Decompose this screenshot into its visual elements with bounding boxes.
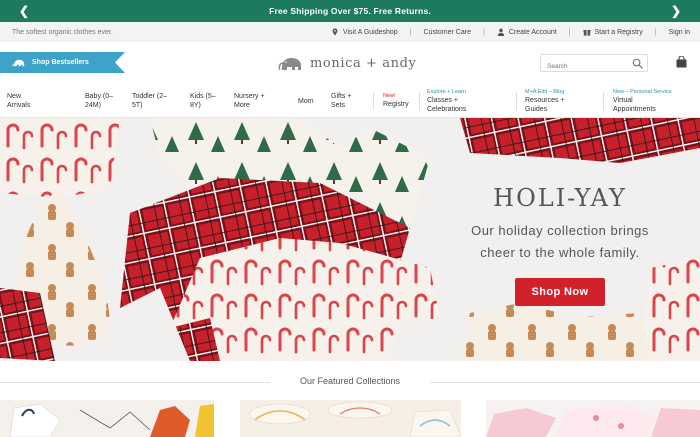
collection-image (486, 400, 700, 437)
chevron-right-icon[interactable]: ❯ (668, 3, 684, 19)
hero-copy: HOLI-YAY Our holiday collection brings c… (440, 184, 680, 306)
collection-image (240, 400, 461, 437)
start-registry-link[interactable]: Start a Registry (582, 28, 643, 36)
hero-subtitle-line: Our holiday collection brings (471, 223, 649, 238)
featured-collections-title: Our Featured Collections (299, 376, 401, 386)
nav-label: Mom (298, 97, 314, 105)
nav-gifts-sets[interactable]: Gifts + Sets (331, 84, 351, 118)
search-input[interactable] (541, 58, 625, 75)
shopping-bag-icon[interactable] (676, 56, 687, 68)
gift-icon (582, 30, 591, 36)
nav-kids[interactable]: Kids (5– 8Y) (190, 84, 216, 118)
collection-tile[interactable] (240, 400, 461, 437)
nav-label: Sets (331, 102, 346, 109)
nav-label: 5T) (132, 102, 143, 109)
divider: | (568, 28, 571, 36)
collection-image (0, 400, 214, 437)
elephant-logo-icon (278, 58, 301, 70)
chevron-left-icon[interactable]: ❮ (16, 3, 32, 19)
nav-label: Nursery + (234, 93, 265, 100)
hero-banner[interactable]: HOLI-YAY Our holiday collection brings c… (0, 118, 700, 361)
nav-nursery[interactable]: Nursery + More (234, 84, 265, 118)
shop-now-button[interactable]: Shop Now (515, 278, 605, 306)
sign-in-label: Sign in (668, 28, 690, 36)
hero-subtitle: Our holiday collection brings cheer to t… (440, 220, 680, 264)
nav-label: Registry (383, 101, 409, 108)
tagline: The softest organic clothes ever. (12, 28, 113, 36)
visit-guideshop-label: Visit A Guideshop (342, 28, 398, 36)
brand-logo[interactable]: monica + andy (278, 54, 416, 72)
nav-kicker: M+A Edit – Blog (525, 88, 565, 95)
main-nav: New Arrivals Baby (0– 24M) Toddler (2– 5… (0, 84, 700, 118)
hero-subtitle-line: cheer to the whole family. (480, 245, 640, 260)
nav-resources[interactable]: M+A Edit – Blog Resources + Guides (525, 84, 565, 118)
search-box (540, 54, 648, 75)
nav-label: Gifts + (331, 93, 352, 100)
divider: | (654, 28, 657, 36)
hero-title: HOLI-YAY (493, 184, 627, 212)
nav-label: Baby (0– (85, 93, 114, 100)
collection-tile[interactable] (486, 400, 700, 437)
nav-label: Virtual (613, 96, 633, 104)
nav-registry[interactable]: New! Registry (383, 84, 409, 118)
collection-tile[interactable] (0, 400, 214, 437)
nav-label: Kids (5– (190, 93, 216, 100)
shop-bestsellers-label: Shop Bestsellers (32, 59, 89, 66)
nav-label: Arrivals (7, 102, 31, 109)
utility-bar: The softest organic clothes ever. Visit … (0, 22, 700, 42)
divider: | (482, 28, 485, 36)
nav-mom[interactable]: Mom (298, 84, 314, 118)
search-icon[interactable] (632, 58, 643, 69)
nav-divider (419, 92, 420, 110)
start-registry-label: Start a Registry (594, 28, 643, 36)
nav-divider (603, 92, 604, 110)
nav-toddler[interactable]: Toddler (2– 5T) (132, 84, 167, 118)
nav-label: Classes + (427, 96, 458, 104)
promo-text[interactable]: Free Shipping Over $75. Free Returns. (269, 6, 431, 16)
utility-links: Visit A Guideshop | Customer Care | Crea… (331, 28, 690, 36)
nav-label: Resources + (525, 96, 565, 104)
nav-label: Appointments (613, 105, 656, 113)
user-icon (497, 28, 505, 36)
nav-kicker: New – Personal Service (613, 88, 672, 95)
create-account-label: Create Account (508, 28, 557, 36)
brand-name: monica + andy (310, 55, 417, 71)
nav-label: More (234, 102, 250, 109)
nav-baby[interactable]: Baby (0– 24M) (85, 84, 113, 118)
nav-classes[interactable]: Explore + Learn Classes + Celebrations (427, 84, 466, 118)
nav-label: Celebrations (427, 105, 467, 113)
shop-bestsellers-button[interactable]: Shop Bestsellers (0, 52, 125, 73)
nav-divider (516, 92, 517, 110)
visit-guideshop-link[interactable]: Visit A Guideshop (331, 28, 398, 36)
nav-label: 24M) (85, 102, 101, 109)
create-account-link[interactable]: Create Account (497, 28, 557, 36)
nav-label: Toddler (2– (132, 93, 168, 100)
location-pin-icon (332, 28, 338, 36)
elephant-icon (12, 59, 25, 67)
nav-label: New (7, 93, 22, 100)
nav-virtual-appointments[interactable]: New – Personal Service Virtual Appointme… (613, 84, 672, 118)
sign-in-link[interactable]: Sign in (669, 29, 690, 36)
nav-new-arrivals[interactable]: New Arrivals (7, 84, 30, 118)
customer-care-link[interactable]: Customer Care (424, 29, 471, 36)
nav-kicker: Explore + Learn (427, 88, 466, 95)
divider: | (409, 28, 412, 36)
nav-kicker: New! (383, 93, 396, 99)
customer-care-label: Customer Care (423, 28, 471, 36)
nav-divider (373, 92, 374, 110)
site-header: Shop Bestsellers monica + andy (0, 42, 700, 84)
divider (430, 382, 700, 383)
promo-bar: ❮ Free Shipping Over $75. Free Returns. … (0, 0, 700, 22)
nav-label: 8Y) (190, 102, 201, 109)
nav-label: Guides (525, 105, 548, 113)
